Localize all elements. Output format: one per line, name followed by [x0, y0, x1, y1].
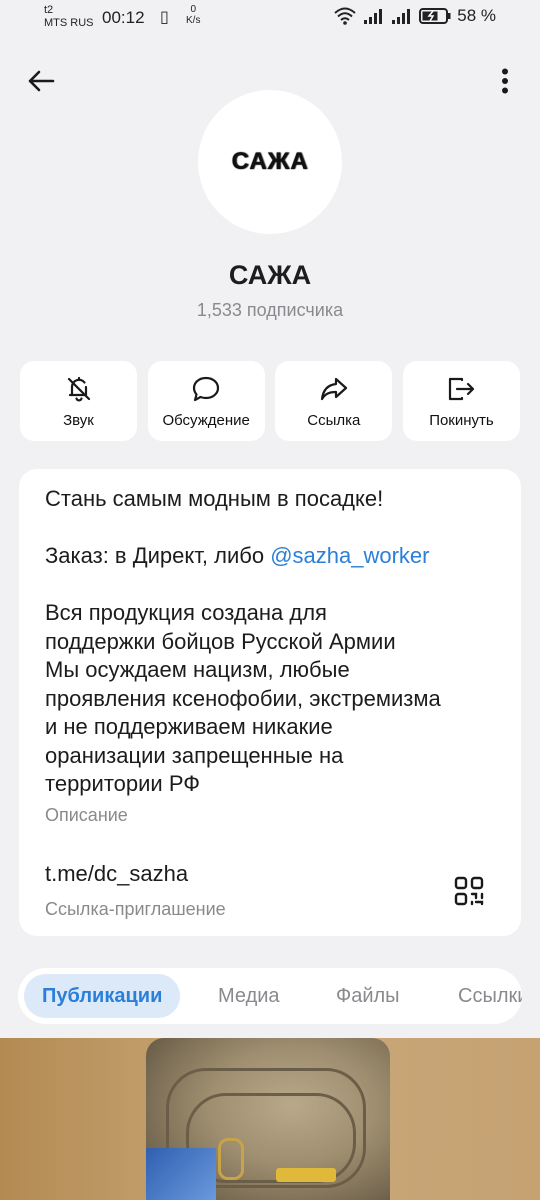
channel-info-card: Стань самым модным в посадке! Заказ: в Д… — [19, 469, 521, 936]
avatar-logo-text: САЖА — [231, 148, 309, 175]
description-order-text: Заказ: в Директ, либо — [45, 543, 271, 568]
photo-detail — [146, 1148, 216, 1200]
tab-links[interactable]: Ссылки — [458, 974, 522, 1018]
share-link-label: Ссылка — [307, 411, 361, 429]
post-media-preview[interactable] — [0, 1038, 540, 1200]
chat-bubble-icon — [191, 374, 221, 404]
mention-link[interactable]: @sazha_worker — [270, 543, 429, 568]
signal-icon-2 — [392, 9, 411, 24]
qr-code-button[interactable] — [453, 875, 485, 907]
status-icons: 58 % — [333, 6, 496, 26]
more-vertical-icon — [502, 68, 508, 94]
channel-name: САЖА — [228, 260, 312, 290]
back-button[interactable] — [22, 62, 60, 100]
action-bar: Звук Обсуждение Ссылка Покинуть — [20, 361, 520, 441]
share-link-button[interactable]: Ссылка — [275, 361, 393, 441]
post-photo[interactable] — [146, 1038, 390, 1200]
mute-label: Звук — [63, 411, 94, 429]
description-body: Вся продукция создана для поддержки бойц… — [45, 600, 441, 796]
status-bar: t2 MTS RUS 00:12 ▯ 0 K/s 58 % — [0, 0, 540, 40]
channel-description: Стань самым модным в посадке! Заказ: в Д… — [45, 485, 505, 799]
clock: 00:12 — [102, 8, 145, 27]
carrier-top: t2 — [44, 4, 54, 16]
channel-avatar[interactable]: САЖА — [198, 90, 342, 234]
content-tabs: Публикации Медиа Файлы Ссылки — [18, 968, 522, 1024]
tab-files[interactable]: Файлы — [336, 974, 400, 1018]
tab-publications[interactable]: Публикации — [24, 974, 181, 1018]
invite-link-caption: Ссылка-приглашение — [45, 899, 226, 919]
arrow-left-icon — [28, 70, 55, 92]
share-arrow-icon — [319, 374, 349, 404]
photo-detail — [276, 1168, 336, 1182]
battery-icon — [419, 8, 451, 24]
qr-code-icon — [454, 876, 484, 906]
speed-value: 0 — [190, 4, 196, 15]
more-options-button[interactable] — [490, 62, 520, 100]
carrier-info: t2 MTS RUS — [44, 4, 94, 30]
description-line-1: Стань самым модным в посадке! — [45, 486, 384, 511]
leave-icon — [446, 374, 476, 404]
leave-button[interactable]: Покинуть — [402, 361, 520, 441]
wifi-icon — [334, 7, 356, 25]
network-speed: 0 K/s — [186, 4, 200, 26]
discussion-label: Обсуждение — [162, 411, 250, 429]
tab-media[interactable]: Медиа — [218, 974, 280, 1018]
bell-off-icon — [64, 374, 94, 404]
mute-button[interactable]: Звук — [20, 361, 137, 441]
description-caption: Описание — [45, 805, 128, 825]
discussion-button[interactable]: Обсуждение — [147, 361, 265, 441]
leave-label: Покинуть — [429, 411, 494, 429]
photo-detail — [218, 1138, 244, 1180]
battery-percent: 58 % — [457, 6, 496, 25]
subscriber-count: 1,533 подписчика — [196, 300, 344, 320]
vibrate-icon: ▯ — [160, 9, 169, 26]
signal-icon — [364, 9, 383, 24]
speed-unit: K/s — [186, 15, 201, 26]
invite-link[interactable]: t.me/dc_sazha — [45, 861, 188, 887]
carrier-bottom: MTS RUS — [44, 17, 94, 29]
